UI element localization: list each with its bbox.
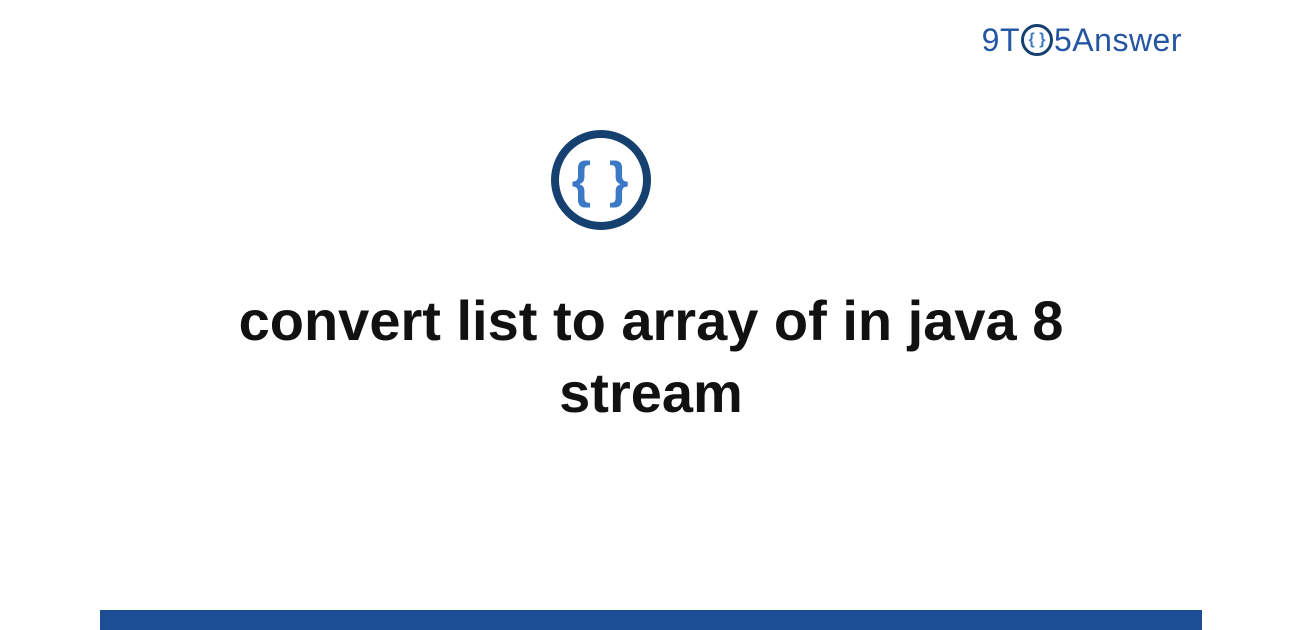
logo-text-9t: 9T <box>982 22 1020 59</box>
bottom-accent-bar <box>100 610 1202 630</box>
site-logo: 9T { } 5Answer <box>982 22 1182 59</box>
main-braces-glyph: { } <box>572 155 631 205</box>
page-title: convert list to array of in java 8 strea… <box>141 285 1161 428</box>
logo-text-5answer: 5Answer <box>1054 22 1182 59</box>
logo-braces-glyph: { } <box>1029 32 1046 48</box>
main-content: { } convert list to array of in java 8 s… <box>0 130 1302 428</box>
logo-braces-icon: { } <box>1021 24 1053 56</box>
code-braces-icon: { } <box>551 130 651 230</box>
